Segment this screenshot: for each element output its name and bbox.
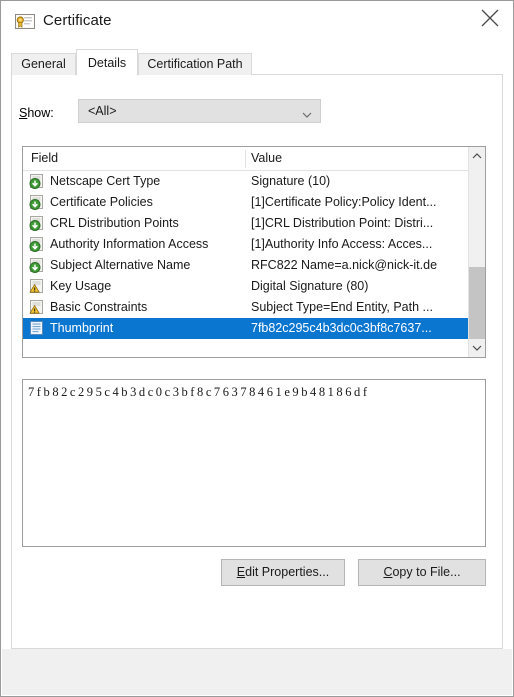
table-row[interactable]: Certificate Policies [1]Certificate Poli… [23,192,469,213]
tab-general-label: General [21,57,66,71]
dialog-footer: OK [2,649,512,695]
copy-to-file-button[interactable]: Copy to File... [358,559,486,586]
row-field-label: Basic Constraints [50,300,148,314]
extension-green-arrow-icon [29,195,45,210]
show-filter-label: Show: [19,106,54,120]
row-field-label: CRL Distribution Points [50,216,179,230]
certificate-fields-list[interactable]: Field Value Netscape Cert Type Signature [22,146,486,358]
row-field-label: Thumbprint [50,321,114,335]
tab-details[interactable]: Details [76,49,138,76]
list-header: Field Value [23,147,469,171]
row-value-label: RFC822 Name=a.nick@nick-it.de [251,258,438,272]
certificate-dialog: Certificate General Details Certificatio… [0,0,514,697]
field-value-detail-box[interactable]: 7fb82c295c4b3dc0c3bf8c76378461e9b48186df [22,379,486,547]
row-field-label: Key Usage [50,279,112,293]
row-value-label: [1]Authority Info Access: Acces... [251,237,433,251]
scrollbar-thumb[interactable] [469,267,485,339]
row-field-label: Authority Information Access [50,237,209,251]
list-scrollbar[interactable] [468,147,485,357]
certificate-icon [15,14,35,30]
edit-properties-button[interactable]: Edit Properties... [221,559,345,586]
row-value-label: Digital Signature (80) [251,279,369,293]
show-filter-dropdown[interactable]: <All> [78,99,321,123]
field-document-icon [29,321,45,336]
tab-details-label: Details [87,56,127,70]
window-title: Certificate [43,12,112,29]
tab-strip: General Details Certification Path [11,49,503,76]
table-row[interactable]: Netscape Cert Type Signature (10) [23,171,469,192]
table-row[interactable]: Subject Alternative Name RFC822 Name=a.n… [23,255,469,276]
copy-to-file-accel: C [383,565,393,579]
row-value-label: Signature (10) [251,174,331,188]
column-divider [245,150,246,168]
critical-warning-icon [29,300,45,315]
extension-green-arrow-icon [29,174,45,189]
row-value-label: [1]CRL Distribution Point: Distri... [251,216,434,230]
extension-green-arrow-icon [29,258,45,273]
row-value-label: 7fb82c295c4b3dc0c3bf8c7637... [251,321,432,335]
list-rows: Netscape Cert Type Signature (10) Certif… [23,171,469,357]
column-header-field[interactable]: Field [31,151,58,165]
title-bar: Certificate [1,1,513,41]
table-row[interactable]: Basic Constraints Subject Type=End Entit… [23,297,469,318]
table-row[interactable]: Key Usage Digital Signature (80) [23,276,469,297]
table-row[interactable]: CRL Distribution Points [1]CRL Distribut… [23,213,469,234]
tab-certification-path-label: Certification Path [147,57,243,71]
table-row[interactable]: Thumbprint 7fb82c295c4b3dc0c3bf8c7637... [23,318,469,339]
extension-green-arrow-icon [29,237,45,252]
show-filter-value: <All> [88,104,117,118]
close-icon[interactable] [467,1,513,33]
tab-general[interactable]: General [11,53,76,75]
chevron-down-icon [302,108,312,122]
row-field-label: Netscape Cert Type [50,174,161,188]
row-field-label: Subject Alternative Name [50,258,191,272]
table-row[interactable]: Authority Information Access [1]Authorit… [23,234,469,255]
extension-green-arrow-icon [29,216,45,231]
row-value-label: [1]Certificate Policy:Policy Ident... [251,195,437,209]
edit-properties-accel: E [236,565,246,579]
tab-certification-path[interactable]: Certification Path [138,53,252,75]
row-field-label: Certificate Policies [50,195,153,209]
row-value-label: Subject Type=End Entity, Path ... [251,300,433,314]
column-header-value[interactable]: Value [251,151,282,165]
chevron-down-icon[interactable] [469,339,485,357]
thumbprint-value-text: 7fb82c295c4b3dc0c3bf8c76378461e9b48186df [28,385,370,399]
critical-warning-icon [29,279,45,294]
chevron-up-icon[interactable] [469,147,485,165]
